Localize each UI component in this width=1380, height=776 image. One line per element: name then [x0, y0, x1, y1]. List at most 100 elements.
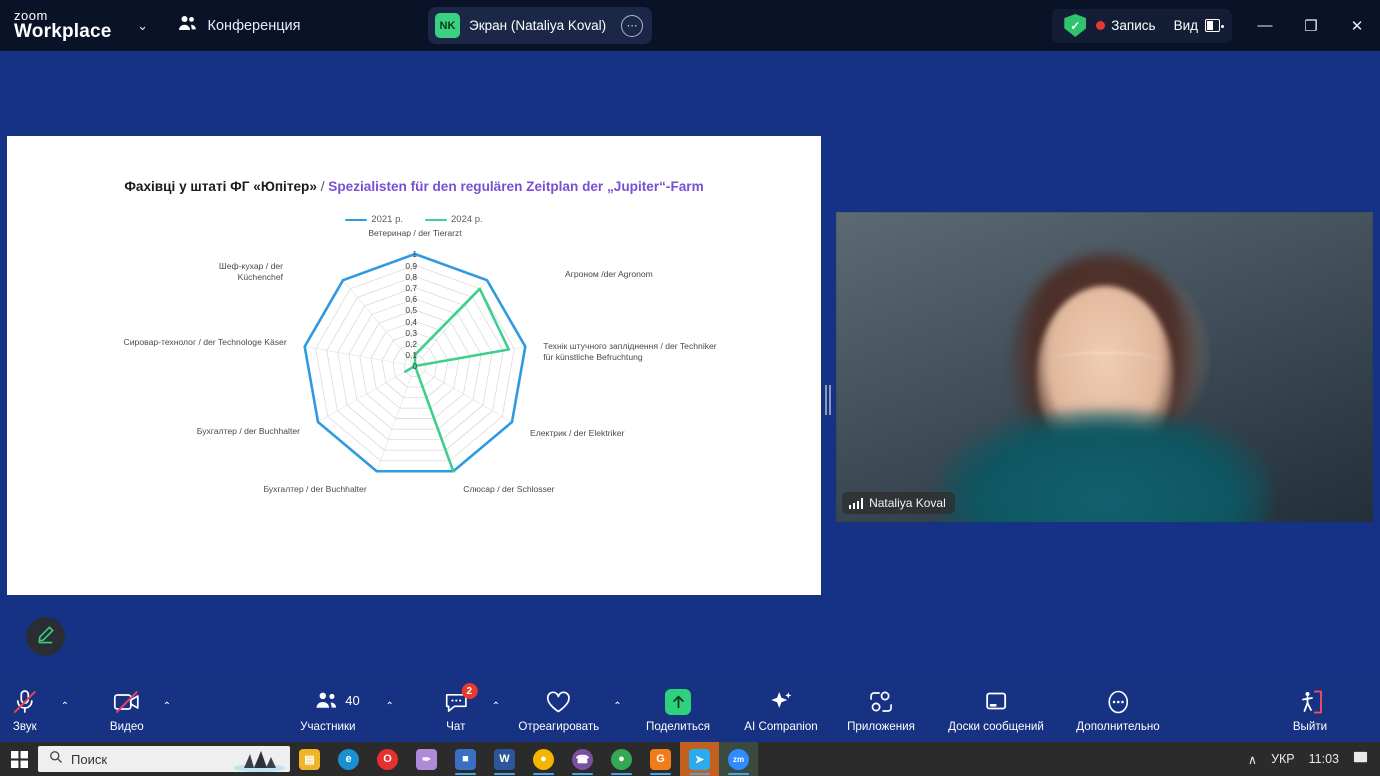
chevron-up-icon[interactable]: ⌃ — [61, 701, 69, 712]
participant-count: 40 — [345, 693, 360, 708]
legend-label: 2021 р. — [371, 214, 403, 226]
viber-icon[interactable]: ☎ — [563, 742, 602, 776]
windows-start-icon[interactable] — [0, 750, 38, 768]
viber-icon-glyph: ☎ — [572, 748, 593, 770]
radial-tick-label: 0,7 — [405, 282, 417, 293]
close-button[interactable]: ✕ — [1334, 0, 1380, 51]
toolbar-button-label: Выйти — [1292, 720, 1328, 733]
clock[interactable]: 11:03 — [1309, 752, 1339, 766]
file-explorer-icon[interactable]: ▤ — [290, 742, 329, 776]
chart-title: Фахівці у штаті ФГ «Юпітер» / Spezialist… — [7, 178, 821, 196]
toolbar-button-whiteboard[interactable]: Доски сообщений — [948, 687, 1044, 733]
meeting-tab[interactable]: Конференция — [178, 15, 300, 37]
opera-icon[interactable]: O — [368, 742, 407, 776]
view-button[interactable]: Вид — [1173, 18, 1224, 33]
camera-muted-icon — [113, 687, 141, 717]
legend-item-2021[interactable]: 2021 р. — [345, 214, 403, 225]
radar-chart: 1 0,9 0,8 0,7 0,6 0,5 0,4 0,3 0,2 0,1 0 Ветеринар /… — [7, 228, 821, 531]
radar-axis-label: Бухгалтер / der Buchhalter — [263, 483, 367, 494]
apps-icon — [868, 687, 894, 717]
gravit-icon[interactable]: G — [641, 742, 680, 776]
toolbar-button-apps[interactable]: Приложения — [847, 687, 915, 733]
legend-label: 2024 р. — [451, 214, 483, 226]
radial-tick-label: 0,6 — [405, 294, 417, 305]
telegram-icon-glyph: ➤ — [689, 748, 710, 770]
toolbar-button-microphone-muted[interactable]: Звук — [3, 687, 47, 733]
video-tile-nataliya-koval[interactable]: Nataliya Koval — [836, 212, 1373, 522]
toolbar-button-label: Поделиться — [645, 720, 711, 733]
view-label: Вид — [1173, 18, 1198, 33]
radial-tick-label: 1 — [412, 249, 417, 260]
windows-taskbar: Поиск ▤ e O ✒ ■ W ● ☎ ● G ➤ zm ∧ УКР 11:03 — [0, 742, 1380, 776]
google-chrome-icon-glyph: ● — [533, 748, 554, 770]
radial-tick-label: 0,5 — [405, 305, 417, 316]
gravit-icon-glyph: G — [650, 748, 671, 770]
notifications-icon[interactable] — [1353, 750, 1368, 768]
opera-icon-glyph: O — [377, 748, 398, 770]
feather-editor-icon[interactable]: ✒ — [407, 742, 446, 776]
save-app-icon[interactable]: ■ — [446, 742, 485, 776]
avatar: NK — [435, 13, 460, 38]
toolbar-button-label: Отреагировать — [518, 720, 600, 733]
search-placeholder: Поиск — [71, 751, 108, 767]
search-icon — [49, 750, 63, 769]
screen-share-label: Экран (Nataliya Koval) — [469, 18, 607, 33]
legend-item-2024[interactable]: 2024 р. — [425, 214, 483, 225]
radar-axis-label: Сировар-технолог / der Technologe Käser — [123, 336, 287, 347]
radial-tick-label: 0,4 — [405, 316, 417, 327]
toolbar-button-sparkle[interactable]: AI Companion — [744, 687, 818, 733]
toolbar-button-more[interactable]: Дополнительно — [1076, 687, 1160, 733]
radial-tick-label: 0,2 — [405, 338, 417, 349]
chevron-up-icon[interactable]: ⌃ — [613, 701, 621, 712]
recording-indicator[interactable]: Запись — [1096, 18, 1156, 33]
microsoft-word-icon-glyph: W — [494, 748, 515, 770]
shared-screen-content[interactable]: Фахівці у штаті ФГ «Юпітер» / Spezialist… — [7, 136, 821, 595]
record-dot-icon — [1096, 21, 1106, 30]
more-options-icon[interactable]: ⋯ — [621, 14, 644, 37]
microsoft-edge-icon-glyph: e — [338, 748, 359, 770]
legend-swatch — [425, 218, 447, 222]
language-indicator[interactable]: УКР — [1271, 752, 1295, 766]
chart-legend: 2021 р. 2024 р. — [7, 214, 821, 225]
layout-view-icon — [1205, 19, 1224, 32]
recording-status-group: ✓ Запись Вид — [1052, 8, 1232, 43]
google-chrome-icon[interactable]: ● — [524, 742, 563, 776]
window-controls-cluster: ✓ Запись Вид — ❐ ✕ — [1052, 0, 1380, 51]
tray-chevron-up-icon[interactable]: ∧ — [1248, 752, 1257, 767]
toolbar-button-participants[interactable]: 40 Участники — [300, 687, 360, 733]
chevron-up-icon[interactable]: ⌃ — [386, 701, 394, 712]
zoom-icon[interactable]: zm — [719, 742, 758, 776]
toolbar-button-leave[interactable]: Выйти — [1288, 687, 1332, 733]
toolbar-button-heart[interactable]: Отреагировать — [518, 687, 599, 733]
radar-axis-label: Шеф-кухар / der Küchenchef — [218, 260, 283, 282]
save-app-icon-glyph: ■ — [455, 748, 476, 770]
shield-check-icon[interactable]: ✓ — [1064, 14, 1087, 37]
signal-strength-icon — [849, 497, 864, 509]
chrome-profile-icon[interactable]: ● — [602, 742, 641, 776]
zoom-meeting-window: zoom Workplace ⌄ Конференция NK Экран (N… — [0, 0, 1380, 776]
panel-resize-handle[interactable] — [823, 378, 833, 422]
search-illustration-icon — [233, 751, 285, 772]
radar-axis-label: Електрик / der Elektriker — [529, 428, 625, 439]
unread-badge: 2 — [461, 683, 478, 699]
minimize-button[interactable]: — — [1242, 0, 1288, 51]
radial-tick-label: 0,3 — [405, 327, 417, 338]
radial-tick-label: 0,9 — [405, 260, 417, 271]
chevron-up-icon[interactable]: ⌃ — [163, 701, 171, 712]
toolbar-button-camera-muted[interactable]: Видео — [105, 687, 149, 733]
toolbar-button-share-screen[interactable]: Поделиться — [646, 687, 710, 733]
microsoft-word-icon[interactable]: W — [485, 742, 524, 776]
search-input[interactable]: Поиск — [38, 746, 290, 772]
chevron-down-icon[interactable]: ⌄ — [132, 18, 154, 34]
taskbar-app-list: ▤ e O ✒ ■ W ● ☎ ● G ➤ zm — [290, 742, 758, 776]
maximize-button[interactable]: ❐ — [1288, 0, 1334, 51]
zoom-logo-line2: Workplace — [14, 21, 112, 43]
toolbar-button-chat[interactable]: 2 Чат — [434, 683, 478, 733]
chevron-up-icon[interactable]: ⌃ — [492, 701, 500, 712]
microsoft-edge-icon[interactable]: e — [329, 742, 368, 776]
radar-axis-label: Слюсар / der Schlosser — [463, 483, 555, 494]
participants-group-icon — [178, 15, 199, 37]
annotate-button[interactable] — [26, 617, 65, 656]
telegram-icon[interactable]: ➤ — [680, 742, 719, 776]
screen-share-pill[interactable]: NK Экран (Nataliya Koval) ⋯ — [428, 7, 653, 44]
